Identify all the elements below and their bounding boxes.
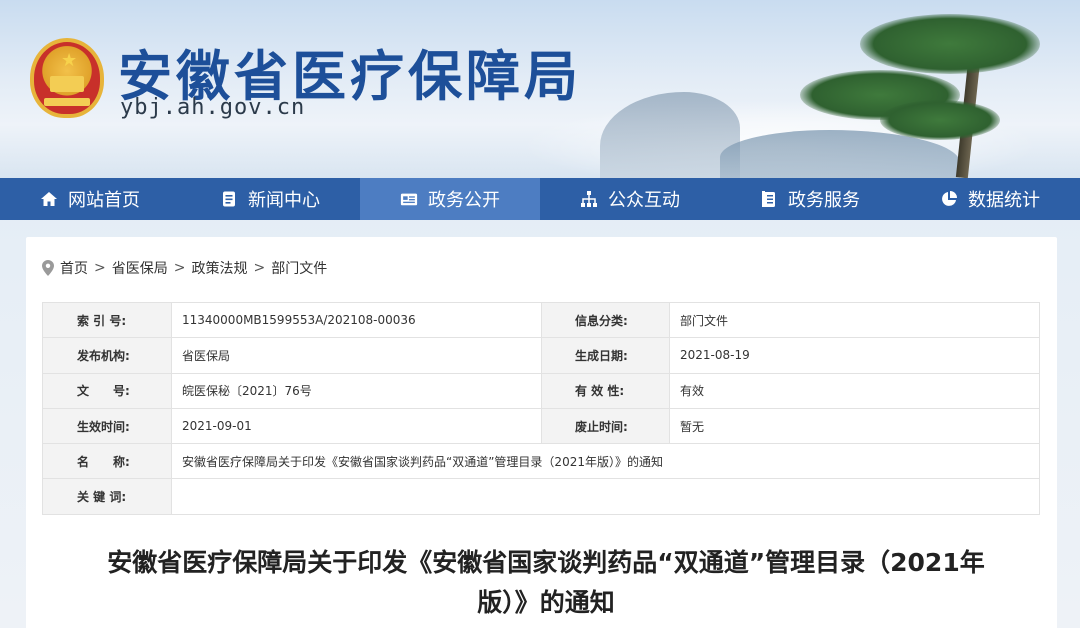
pine-tree-foliage — [880, 100, 1000, 140]
keywords-label: 关 键 词: — [42, 478, 172, 515]
breadcrumb: 首页 > 省医保局 > 政策法规 > 部门文件 — [42, 258, 327, 278]
nav-item-news[interactable]: 新闻中心 — [180, 178, 360, 220]
doc-number-label: 文 号: — [42, 372, 172, 409]
breadcrumb-separator: > — [173, 260, 186, 276]
nav-item-label: 政务公开 — [428, 190, 500, 211]
nav-item-label: 公众互动 — [608, 190, 680, 211]
content-card: 首页 > 省医保局 > 政策法规 > 部门文件 索 引 号: 11340000M… — [26, 237, 1057, 628]
category-label: 信息分类: — [541, 301, 670, 339]
index-value: 11340000MB1599553A/202108-00036 — [171, 301, 542, 339]
nav-item-public-interaction[interactable]: 公众互动 — [540, 178, 720, 220]
validity-label: 有 效 性: — [541, 372, 670, 409]
expiry-date-label: 废止时间: — [541, 407, 670, 445]
home-icon — [40, 190, 58, 208]
breadcrumb-separator: > — [253, 260, 266, 276]
nav-item-home[interactable]: 网站首页 — [0, 178, 180, 220]
clipboard-icon — [760, 190, 778, 208]
table-row: 文 号: 皖医保秘〔2021〕76号 有 效 性: 有效 — [42, 372, 1040, 409]
header-banner: ★ 安徽省医疗保障局 ybj.ah.gov.cn — [0, 0, 1080, 178]
effective-date-label: 生效时间: — [42, 407, 172, 445]
created-date-label: 生成日期: — [541, 337, 670, 374]
table-row: 发布机构: 省医保局 生成日期: 2021-08-19 — [42, 337, 1040, 374]
national-emblem-icon: ★ — [30, 38, 104, 118]
document-meta-table: 索 引 号: 11340000MB1599553A/202108-00036 信… — [42, 301, 1040, 515]
breadcrumb-dept-docs[interactable]: 部门文件 — [271, 258, 327, 278]
nav-item-gov-services[interactable]: 政务服务 — [720, 178, 900, 220]
table-row: 生效时间: 2021-09-01 废止时间: 暂无 — [42, 407, 1040, 445]
nav-item-label: 政务服务 — [788, 190, 860, 211]
document-title-line: 安徽省医疗保障局关于印发《安徽省国家谈判药品“双通道”管理目录（2021年 — [107, 548, 985, 577]
name-label: 名 称: — [42, 443, 172, 480]
created-date-value: 2021-08-19 — [669, 337, 1040, 374]
pie-chart-icon — [940, 190, 958, 208]
index-label: 索 引 号: — [42, 301, 172, 339]
table-row: 索 引 号: 11340000MB1599553A/202108-00036 信… — [42, 301, 1040, 339]
nav-item-statistics[interactable]: 数据统计 — [900, 178, 1080, 220]
table-row: 名 称: 安徽省医疗保障局关于印发《安徽省国家谈判药品“双通道”管理目录（202… — [42, 443, 1040, 480]
name-value: 安徽省医疗保障局关于印发《安徽省国家谈判药品“双通道”管理目录（2021年版）》… — [171, 443, 1040, 480]
main-nav: 网站首页 新闻中心 政务公开 公众互动 政务服务 数据统计 — [0, 178, 1080, 220]
table-row: 关 键 词: — [42, 478, 1040, 515]
document-title: 安徽省医疗保障局关于印发《安徽省国家谈判药品“双通道”管理目录（2021年 版）… — [66, 543, 1026, 623]
breadcrumb-bureau[interactable]: 省医保局 — [112, 258, 168, 278]
document-icon — [220, 190, 238, 208]
emblem-gate — [50, 76, 84, 92]
network-icon — [580, 190, 598, 208]
publisher-label: 发布机构: — [42, 337, 172, 374]
nav-item-gov-affairs[interactable]: 政务公开 — [360, 178, 540, 220]
keywords-value — [171, 478, 1040, 515]
location-pin-icon — [42, 260, 54, 276]
site-url: ybj.ah.gov.cn — [120, 95, 306, 120]
validity-value: 有效 — [669, 372, 1040, 409]
breadcrumb-policy[interactable]: 政策法规 — [191, 258, 247, 278]
breadcrumb-home[interactable]: 首页 — [60, 258, 88, 278]
breadcrumb-separator: > — [94, 260, 106, 276]
document-title-line: 版）》的通知 — [477, 588, 615, 617]
emblem-base — [44, 98, 90, 106]
publisher-value: 省医保局 — [171, 337, 542, 374]
pine-tree-foliage — [860, 14, 1040, 74]
doc-number-value: 皖医保秘〔2021〕76号 — [171, 372, 542, 409]
effective-date-value: 2021-09-01 — [171, 407, 542, 445]
star-icon: ★ — [61, 50, 78, 71]
nav-item-label: 新闻中心 — [248, 190, 320, 211]
nav-item-label: 数据统计 — [968, 190, 1040, 211]
card-icon — [400, 190, 418, 208]
nav-item-label: 网站首页 — [68, 190, 140, 211]
expiry-date-value: 暂无 — [669, 407, 1040, 445]
category-value: 部门文件 — [669, 301, 1040, 339]
